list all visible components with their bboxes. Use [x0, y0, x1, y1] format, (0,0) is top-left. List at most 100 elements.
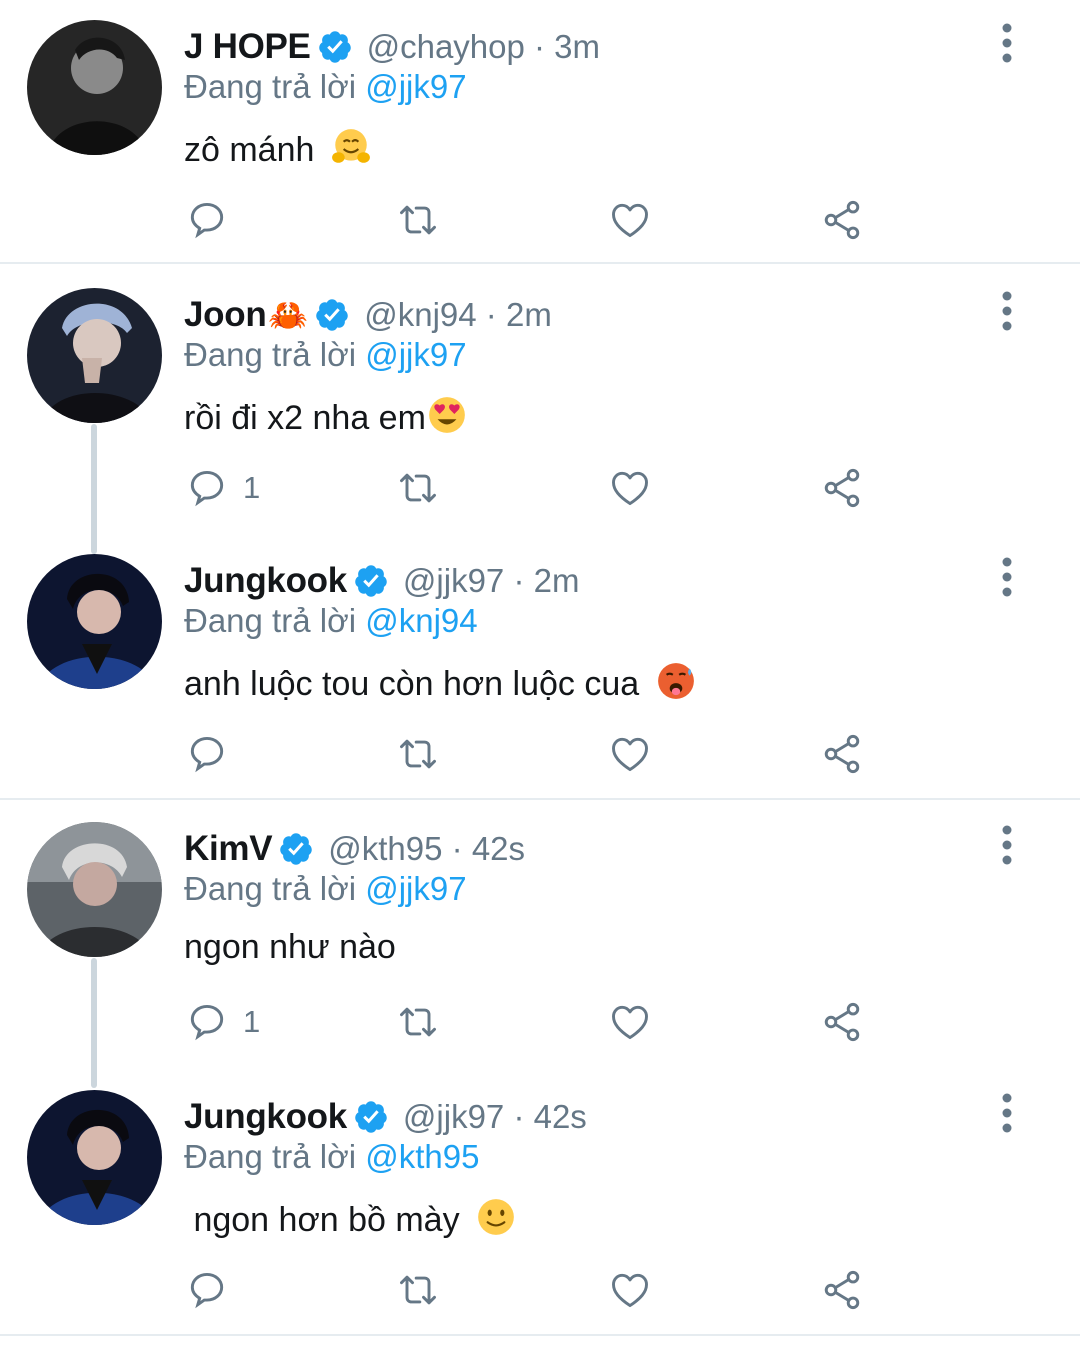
heart-icon [612, 471, 648, 506]
share-icon [824, 734, 860, 774]
like-button[interactable] [608, 724, 652, 784]
reply-button[interactable]: 1 [185, 992, 260, 1052]
hugging-face-emoji-icon [331, 129, 370, 163]
retweet-button[interactable] [396, 724, 440, 784]
retweet-icon [400, 205, 436, 235]
verified-badge-icon [355, 1101, 387, 1133]
replying-to-label: Đang trả lời [184, 68, 357, 105]
mention-link[interactable]: @kth95 [365, 1138, 479, 1175]
verified-badge-icon [318, 31, 351, 63]
replying-to: Đang trả lời @jjk97 [184, 68, 467, 106]
more-options-button[interactable] [990, 822, 1024, 868]
display-name[interactable]: Jungkook [184, 1097, 347, 1137]
reply-button[interactable] [185, 190, 243, 250]
like-button[interactable] [608, 1260, 652, 1320]
tweet[interactable]: Jungkook @jjk97 · 42s Đang trả lời @kth9… [0, 1068, 1080, 1333]
retweet-button[interactable] [396, 190, 440, 250]
retweet-button[interactable] [396, 458, 440, 518]
tweet-text: anh luộc tou còn hơn luộc cua [184, 660, 697, 704]
display-name[interactable]: J HOPE [184, 27, 311, 67]
handle-and-time: @chayhop · 3m [366, 28, 601, 65]
retweet-button[interactable] [396, 992, 440, 1052]
avatar[interactable] [27, 1090, 162, 1225]
more-vertical-icon [1002, 291, 1012, 331]
replying-to-label: Đang trả lời [184, 1138, 357, 1175]
more-vertical-icon [1002, 557, 1012, 597]
crab-emoji: 🦀 [268, 297, 309, 333]
verified-badge-icon [355, 565, 387, 597]
more-vertical-icon [1002, 23, 1012, 63]
share-icon [824, 200, 860, 240]
handle-and-time: @kth95 · 42s [328, 830, 526, 867]
avatar[interactable] [27, 20, 162, 155]
tweet-text: rồi đi x2 nha em [184, 394, 468, 438]
tweet-text: ngon như nào [184, 928, 396, 967]
reply-button[interactable]: 1 [185, 458, 260, 518]
more-options-button[interactable] [990, 20, 1024, 66]
tweet[interactable]: KimV @kth95 · 42s Đang trả lời @jjk97 ng… [0, 800, 1080, 1065]
tweet[interactable]: J HOPE @chayhop · 3m Đang trả lời @jjk97… [0, 0, 1080, 262]
mention-link[interactable]: @jjk97 [365, 336, 466, 373]
tweet[interactable]: Joon 🦀 @knj94 · 2m Đang trả lời @jjk97 r… [0, 264, 1080, 529]
avatar[interactable] [27, 822, 162, 957]
tweet-text-content: zô mánh [184, 131, 315, 169]
reply-count: 1 [243, 1004, 261, 1039]
slight-smile-emoji-icon [478, 1199, 514, 1235]
share-button[interactable] [820, 992, 864, 1052]
more-options-button[interactable] [990, 288, 1024, 334]
heart-eyes-emoji-icon [429, 397, 465, 433]
retweet-icon [400, 739, 436, 769]
share-icon [824, 468, 860, 508]
share-button[interactable] [820, 458, 864, 518]
reply-icon [190, 1272, 224, 1309]
handle-and-time: @jjk97 · 42s [402, 1098, 587, 1135]
replying-to-label: Đang trả lời [184, 602, 357, 639]
display-name[interactable]: KimV [184, 829, 273, 869]
mention-link[interactable]: @jjk97 [365, 68, 466, 105]
display-name[interactable]: Joon [184, 295, 267, 335]
more-options-button[interactable] [990, 554, 1024, 600]
share-button[interactable] [820, 1260, 864, 1320]
reply-button[interactable] [185, 1260, 243, 1320]
reply-icon [190, 470, 224, 507]
like-button[interactable] [608, 992, 652, 1052]
avatar[interactable] [27, 288, 162, 423]
tweet-text-content: anh luộc tou còn hơn luộc cua [184, 665, 640, 703]
share-button[interactable] [820, 724, 864, 784]
handle-and-time: @jjk97 · 2m [402, 562, 580, 599]
replying-to-label: Đang trả lời [184, 870, 357, 907]
reply-icon [190, 1004, 224, 1041]
share-icon [824, 1270, 860, 1310]
tweet-text-content: rồi đi x2 nha em [184, 399, 426, 437]
display-name[interactable]: Jungkook [184, 561, 347, 601]
reply-count: 1 [243, 470, 261, 505]
handle-and-time: @knj94 · 2m [364, 296, 552, 333]
replying-to: Đang trả lời @kth95 [184, 1138, 479, 1176]
replying-to: Đang trả lời @jjk97 [184, 870, 467, 908]
retweet-button[interactable] [396, 1260, 440, 1320]
heart-icon [612, 1005, 648, 1040]
share-button[interactable] [820, 190, 864, 250]
divider [0, 1334, 1080, 1336]
heart-icon [612, 1273, 648, 1308]
replying-to: Đang trả lời @jjk97 [184, 336, 467, 374]
mention-link[interactable]: @knj94 [365, 602, 477, 639]
retweet-icon [400, 1275, 436, 1305]
like-button[interactable] [608, 458, 652, 518]
mention-link[interactable]: @jjk97 [365, 870, 466, 907]
avatar[interactable] [27, 554, 162, 689]
tweet-text: zô mánh [184, 126, 372, 170]
reply-icon [190, 736, 224, 773]
heart-icon [612, 203, 648, 238]
retweet-icon [400, 473, 436, 503]
more-options-button[interactable] [990, 1090, 1024, 1136]
reply-icon [190, 202, 224, 239]
reply-button[interactable] [185, 724, 243, 784]
tweet-text: ngon hơn bồ mày [184, 1196, 517, 1240]
more-vertical-icon [1002, 825, 1012, 865]
replying-to-label: Đang trả lời [184, 336, 357, 373]
tweet[interactable]: Jungkook @jjk97 · 2m Đang trả lời @knj94… [0, 532, 1080, 797]
retweet-icon [400, 1007, 436, 1037]
more-vertical-icon [1002, 1093, 1012, 1133]
like-button[interactable] [608, 190, 652, 250]
